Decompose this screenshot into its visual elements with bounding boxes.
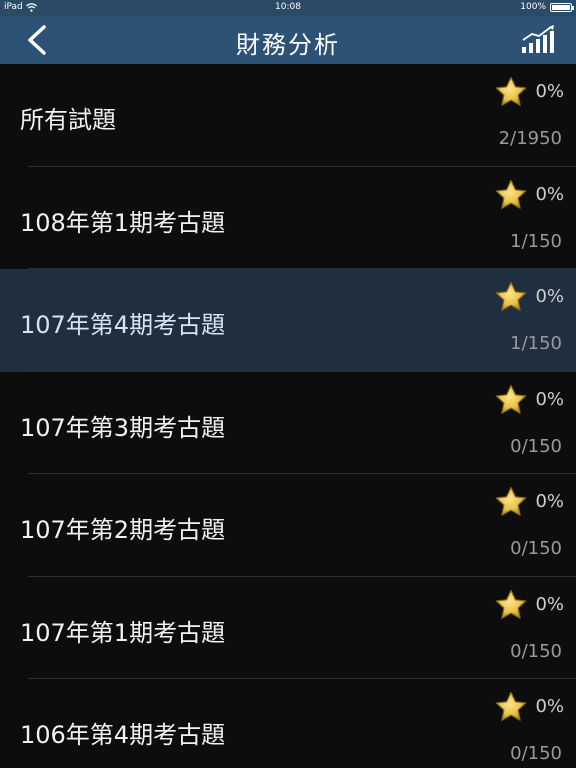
- item-label: 107年第2期考古題: [20, 516, 226, 544]
- star-icon: [495, 691, 527, 721]
- progress-percent: 0%: [535, 286, 564, 307]
- list-item[interactable]: 107年第2期考古題 0% 0/150: [0, 474, 576, 577]
- progress-percent: 0%: [535, 696, 564, 717]
- progress-percent: 0%: [535, 593, 564, 615]
- battery-icon: [550, 2, 574, 12]
- item-label: 所有試題: [20, 106, 116, 134]
- battery-percent: 100%: [520, 2, 546, 12]
- list-item[interactable]: 106年第4期考古題 0% 0/150: [0, 679, 576, 768]
- list-item[interactable]: 107年第4期考古題 0% 1/150: [0, 269, 576, 372]
- progress-percent: 0%: [535, 81, 564, 102]
- list-item[interactable]: 107年第3期考古題 0% 0/150: [0, 372, 576, 474]
- list-item[interactable]: 所有試題 0% 2/1950: [0, 64, 576, 167]
- answered-count: 0/150: [510, 538, 562, 559]
- status-right: 100%: [520, 2, 574, 12]
- star-icon: [495, 384, 527, 414]
- progress-percent: 0%: [535, 388, 564, 410]
- star-icon: [495, 281, 527, 311]
- status-time: 10:08: [275, 2, 301, 12]
- list-item[interactable]: 107年第1期考古題 0% 0/150: [0, 577, 576, 679]
- star-icon: [495, 76, 527, 106]
- list-item[interactable]: 108年第1期考古題 0% 1/150: [0, 167, 576, 269]
- item-label: 107年第1期考古題: [20, 618, 226, 647]
- answered-count: 0/150: [510, 640, 562, 662]
- page-title: 財務分析: [236, 31, 340, 59]
- star-icon: [495, 589, 527, 619]
- answered-count: 2/1950: [498, 128, 562, 149]
- star-icon: [495, 179, 527, 209]
- item-label: 107年第3期考古題: [20, 413, 226, 442]
- progress-percent: 0%: [535, 491, 564, 512]
- item-label: 107年第4期考古題: [20, 311, 226, 339]
- status-bar: iPad 10:08 100%: [0, 0, 576, 16]
- answered-count: 1/150: [510, 230, 562, 252]
- answered-count: 0/150: [510, 435, 562, 457]
- item-label: 106年第4期考古題: [20, 721, 226, 749]
- answered-count: 1/150: [510, 333, 562, 354]
- progress-percent: 0%: [535, 183, 564, 205]
- stats-chart-icon[interactable]: [520, 25, 556, 55]
- question-set-list: 所有試題 0% 2/1950 108年第1期考古題 0% 1/150 107年第…: [0, 64, 576, 768]
- star-icon: [495, 486, 527, 516]
- item-label: 108年第1期考古題: [20, 208, 226, 237]
- nav-bar: 財務分析: [0, 16, 576, 64]
- answered-count: 0/150: [510, 743, 562, 764]
